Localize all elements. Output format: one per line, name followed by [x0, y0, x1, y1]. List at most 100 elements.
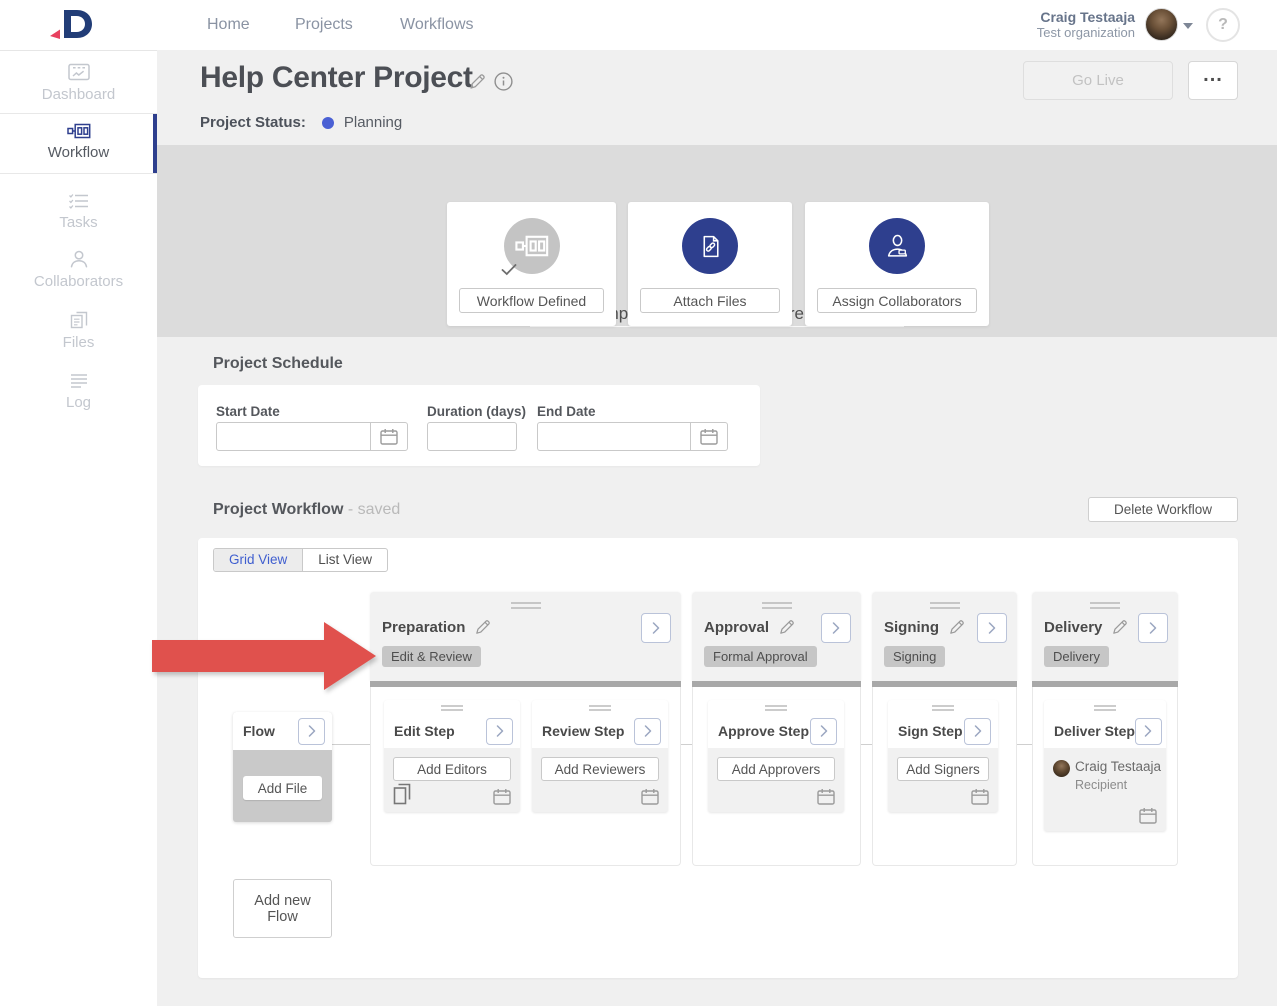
user-name: Craig Testaaja — [1037, 9, 1135, 25]
duration-group — [427, 422, 517, 451]
saved-indicator: - saved — [348, 501, 400, 518]
edit-pencil-icon[interactable] — [474, 619, 491, 636]
sidebar-item-dashboard[interactable]: Dashboard — [0, 63, 157, 103]
sidebar-item-log[interactable]: Log — [0, 373, 157, 411]
phase-type-tag: Edit & Review — [382, 646, 481, 667]
recipient-role: Recipient — [1075, 778, 1127, 792]
edit-title-pencil-icon[interactable] — [468, 73, 486, 91]
status-dot-icon — [322, 117, 334, 129]
tab-grid-view[interactable]: Grid View — [214, 549, 302, 571]
add-approvers-button[interactable]: Add Approvers — [717, 757, 835, 781]
calendar-icon[interactable] — [1139, 807, 1157, 824]
user-avatar[interactable] — [1145, 8, 1178, 41]
workflow-defined-button[interactable]: Workflow Defined — [459, 288, 604, 313]
phase-open-button[interactable] — [821, 613, 851, 643]
page-title: Help Center Project — [200, 61, 473, 95]
person-card-icon — [884, 233, 911, 260]
info-icon[interactable] — [494, 72, 513, 91]
sidebar-item-collaborators[interactable]: Collaborators — [0, 250, 157, 290]
document-icon[interactable] — [393, 783, 411, 805]
phase-name: Preparation — [382, 619, 465, 636]
phase-open-button[interactable] — [1138, 613, 1168, 643]
end-date-input[interactable] — [538, 423, 690, 450]
add-reviewers-button[interactable]: Add Reviewers — [541, 757, 659, 781]
drag-handle-icon[interactable] — [384, 700, 520, 714]
add-file-button[interactable]: Add File — [243, 776, 322, 800]
nav-workflows[interactable]: Workflows — [400, 16, 474, 34]
calendar-icon[interactable] — [493, 788, 511, 805]
delete-workflow-button[interactable]: Delete Workflow — [1088, 497, 1238, 522]
step-open-button[interactable] — [634, 718, 661, 745]
drag-handle-icon[interactable] — [708, 700, 844, 714]
user-organization: Test organization — [1037, 25, 1135, 41]
drag-handle-icon[interactable] — [762, 602, 792, 612]
phase-name: Delivery — [1044, 619, 1102, 636]
requirement-card-workflow-defined: Workflow Defined — [447, 202, 616, 326]
requirement-card-assign-collaborators: Assign Collaborators — [805, 202, 989, 326]
workflow-section-title: Project Workflow - saved — [213, 501, 400, 519]
phase-type-tag: Signing — [884, 646, 945, 667]
missing-requirements-banner: Please complete the missing requirements… — [157, 145, 1277, 337]
sidebar: Dashboard Workflow Tasks Collaborators F… — [0, 50, 157, 1006]
assign-collaborators-button[interactable]: Assign Collaborators — [817, 288, 977, 313]
drag-handle-icon[interactable] — [888, 700, 998, 714]
collaborators-icon — [69, 250, 89, 268]
flow-open-button[interactable] — [298, 718, 325, 745]
add-editors-button[interactable]: Add Editors — [393, 757, 511, 781]
add-new-flow-button[interactable]: Add new Flow — [233, 879, 332, 938]
calendar-icon[interactable] — [690, 423, 727, 450]
phase-open-button[interactable] — [641, 613, 671, 643]
divider — [0, 173, 157, 174]
tab-list-view[interactable]: List View — [302, 549, 387, 571]
user-info: Craig Testaaja Test organization — [1037, 9, 1135, 41]
workflow-icon — [67, 123, 91, 139]
step-card-deliver: Deliver Step Craig Testaaja Recipient — [1044, 700, 1166, 831]
start-date-input[interactable] — [217, 423, 370, 450]
view-tabs: Grid View List View — [213, 548, 388, 572]
more-options-button[interactable]: ... — [1188, 61, 1238, 100]
step-open-button[interactable] — [486, 718, 513, 745]
phase-open-button[interactable] — [977, 613, 1007, 643]
step-open-button[interactable] — [810, 718, 837, 745]
edit-pencil-icon[interactable] — [1111, 619, 1128, 636]
attach-files-button[interactable]: Attach Files — [640, 288, 780, 313]
app-logo-icon[interactable] — [48, 8, 98, 42]
step-card-approve: Approve Step Add Approvers — [708, 700, 844, 812]
step-open-button[interactable] — [964, 718, 991, 745]
start-date-label: Start Date — [216, 404, 280, 419]
recipient-avatar[interactable] — [1053, 760, 1070, 777]
nav-home[interactable]: Home — [207, 16, 250, 34]
edit-pencil-icon[interactable] — [948, 619, 965, 636]
step-card-sign: Sign Step Add Signers — [888, 700, 998, 812]
drag-handle-icon[interactable] — [532, 700, 668, 714]
flow-name: Flow — [243, 723, 298, 739]
drag-handle-icon[interactable] — [1044, 700, 1166, 714]
drag-handle-icon[interactable] — [1090, 602, 1120, 612]
sidebar-item-workflow[interactable]: Workflow — [0, 123, 157, 161]
drag-handle-icon[interactable] — [511, 602, 541, 612]
add-signers-button[interactable]: Add Signers — [897, 757, 989, 781]
step-open-button[interactable] — [1135, 718, 1162, 745]
duration-label: Duration (days) — [427, 404, 526, 419]
status-value: Planning — [344, 114, 402, 131]
chevron-down-icon[interactable] — [1183, 23, 1193, 29]
go-live-button[interactable]: Go Live — [1023, 61, 1173, 100]
step-card-review: Review Step Add Reviewers — [532, 700, 668, 812]
sidebar-item-tasks[interactable]: Tasks — [0, 193, 157, 231]
status-label: Project Status: — [200, 114, 306, 131]
edit-pencil-icon[interactable] — [778, 619, 795, 636]
attach-files-circle — [682, 218, 738, 274]
calendar-icon[interactable] — [971, 788, 989, 805]
duration-input[interactable] — [428, 423, 516, 450]
calendar-icon[interactable] — [641, 788, 659, 805]
sidebar-item-files[interactable]: Files — [0, 311, 157, 351]
phase-name: Signing — [884, 619, 939, 636]
calendar-icon[interactable] — [370, 423, 407, 450]
help-button[interactable]: ? — [1206, 8, 1240, 42]
drag-handle-icon[interactable] — [930, 602, 960, 612]
nav-projects[interactable]: Projects — [295, 16, 353, 34]
divider — [0, 113, 157, 114]
top-bar: Home Projects Workflows Craig Testaaja T… — [0, 0, 1277, 50]
phase-name: Approval — [704, 619, 769, 636]
calendar-icon[interactable] — [817, 788, 835, 805]
